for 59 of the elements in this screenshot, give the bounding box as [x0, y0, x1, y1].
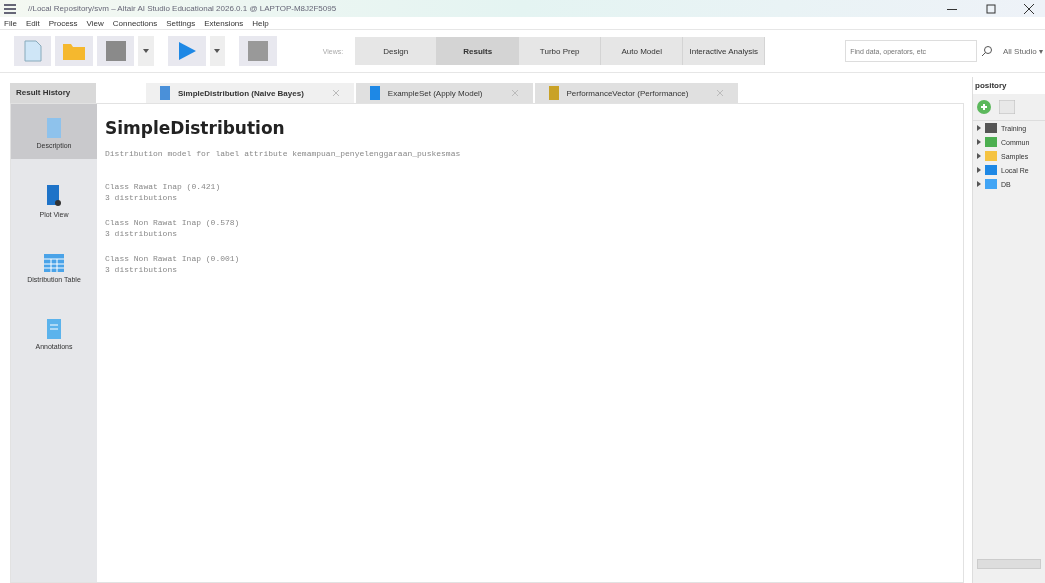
stop-button[interactable]	[239, 36, 277, 66]
caret-icon	[214, 49, 221, 53]
result-tab[interactable]: PerformanceVector (Performance)	[534, 83, 739, 103]
save-button[interactable]	[96, 36, 135, 66]
add-icon[interactable]	[977, 100, 991, 114]
menu-item[interactable]: Connections	[112, 18, 158, 28]
new-process-button[interactable]	[14, 36, 52, 66]
class-name: Class Rawat Inap (0.421)	[105, 181, 222, 192]
save-icon	[105, 41, 126, 61]
chart-icon	[47, 185, 61, 207]
table-icon	[44, 254, 64, 272]
result-history-tab[interactable]: Result History	[10, 83, 96, 103]
document-icon	[369, 86, 380, 100]
model-heading: SimpleDistribution	[105, 118, 286, 138]
class-name: Class Non Rawat Inap (0.578)	[105, 217, 241, 228]
class-name: Class Non Rawat Inap (0.001)	[105, 253, 241, 264]
expand-icon	[977, 153, 981, 159]
distribution-count: 3 distributions	[105, 228, 178, 239]
window-title: //Local Repository/svm – Altair AI Studio Educational 2026.0.1 @ LAPTOP-M8J2F5095	[28, 4, 337, 13]
new-file-icon	[21, 39, 44, 63]
studio-menu[interactable]: All Studio ▾	[1003, 46, 1043, 56]
restore-icon[interactable]	[985, 2, 997, 15]
close-icon[interactable]	[1023, 2, 1035, 15]
folder-icon	[62, 41, 87, 61]
expand-icon	[977, 167, 981, 173]
stop-icon	[248, 41, 268, 61]
scrollbar[interactable]	[977, 559, 1041, 569]
distribution-count: 3 distributions	[105, 264, 178, 275]
note-icon	[47, 319, 61, 339]
expand-icon	[977, 125, 981, 131]
document-icon	[47, 118, 61, 138]
view-tab[interactable]: Design	[355, 37, 438, 65]
run-button[interactable]	[168, 36, 206, 66]
app-menu-icon	[4, 3, 16, 14]
caret-icon	[143, 49, 150, 53]
dropdown-button[interactable]	[138, 36, 155, 66]
distribution-count: 3 distributions	[105, 192, 178, 203]
menu-item[interactable]: Extensions	[204, 18, 244, 28]
view-tab[interactable]: Turbo Prep	[519, 37, 602, 65]
open-folder-button[interactable]	[55, 36, 93, 66]
search-icon	[981, 45, 993, 57]
menu-item[interactable]: View	[86, 18, 104, 28]
document-icon	[160, 86, 170, 100]
expand-icon	[977, 181, 981, 187]
result-tab[interactable]: SimpleDistribution (Naive Bayes)	[146, 83, 354, 103]
view-tab[interactable]: Interactive Analysis	[683, 37, 766, 65]
dropdown-button[interactable]	[209, 36, 226, 66]
view-tab[interactable]: Auto Model	[601, 37, 684, 65]
view-tab[interactable]: Results	[437, 37, 520, 65]
menu-item[interactable]: Settings	[166, 18, 196, 28]
expand-icon	[977, 139, 981, 145]
model-description: Distribution model for label attribute kemampuan_penyelenggaraan_puskesmas	[105, 148, 462, 159]
menu-item[interactable]: Help	[252, 18, 269, 28]
document-icon	[548, 86, 559, 100]
menu-item[interactable]: File	[4, 18, 17, 28]
repository-title: pository	[973, 77, 1045, 94]
menu-item[interactable]: Edit	[25, 18, 40, 28]
menu-item[interactable]: Process	[48, 18, 78, 28]
result-tab[interactable]: ExampleSet (Apply Model)	[355, 83, 533, 103]
